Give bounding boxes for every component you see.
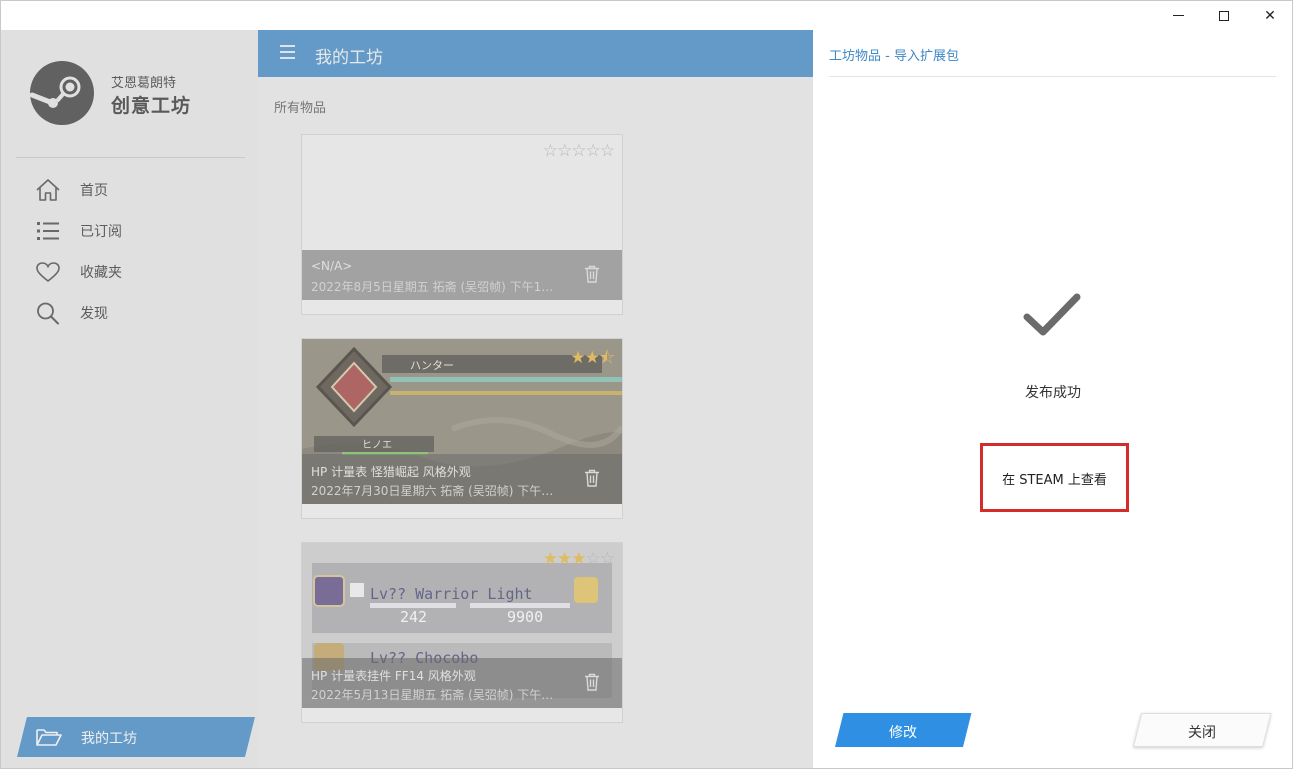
maximize-button[interactable] — [1201, 1, 1247, 30]
view-on-steam-link[interactable]: 在 STEAM 上查看 — [983, 469, 1126, 488]
modal-overlay[interactable] — [1, 30, 813, 768]
title-bar: ✕ — [1, 1, 1292, 30]
minimize-icon — [1172, 15, 1184, 16]
highlight-box: 在 STEAM 上查看 — [980, 443, 1129, 512]
close-button-label: 关闭 — [1188, 725, 1216, 741]
checkmark-icon — [1022, 291, 1082, 339]
maximize-icon — [1219, 10, 1229, 21]
window-close-button[interactable]: ✕ — [1247, 1, 1292, 30]
dialog-divider — [829, 76, 1276, 77]
publish-dialog: 工坊物品 - 导入扩展包 发布成功 在 STEAM 上查看 修改 关闭 — [813, 30, 1292, 768]
close-button[interactable]: 关闭 — [1133, 713, 1272, 747]
status-message: 发布成功 — [1025, 385, 1081, 401]
minimize-button[interactable] — [1155, 1, 1201, 30]
edit-button-label: 修改 — [889, 725, 917, 741]
close-icon: ✕ — [1264, 7, 1276, 24]
dialog-title: 工坊物品 - 导入扩展包 — [829, 49, 959, 64]
app-window: ✕ 艾恩葛朗特 创意工坊 首页 已订阅 收藏夹 发现 我的工坊 我的工坊 所有物… — [0, 0, 1293, 769]
edit-button[interactable]: 修改 — [835, 713, 972, 747]
